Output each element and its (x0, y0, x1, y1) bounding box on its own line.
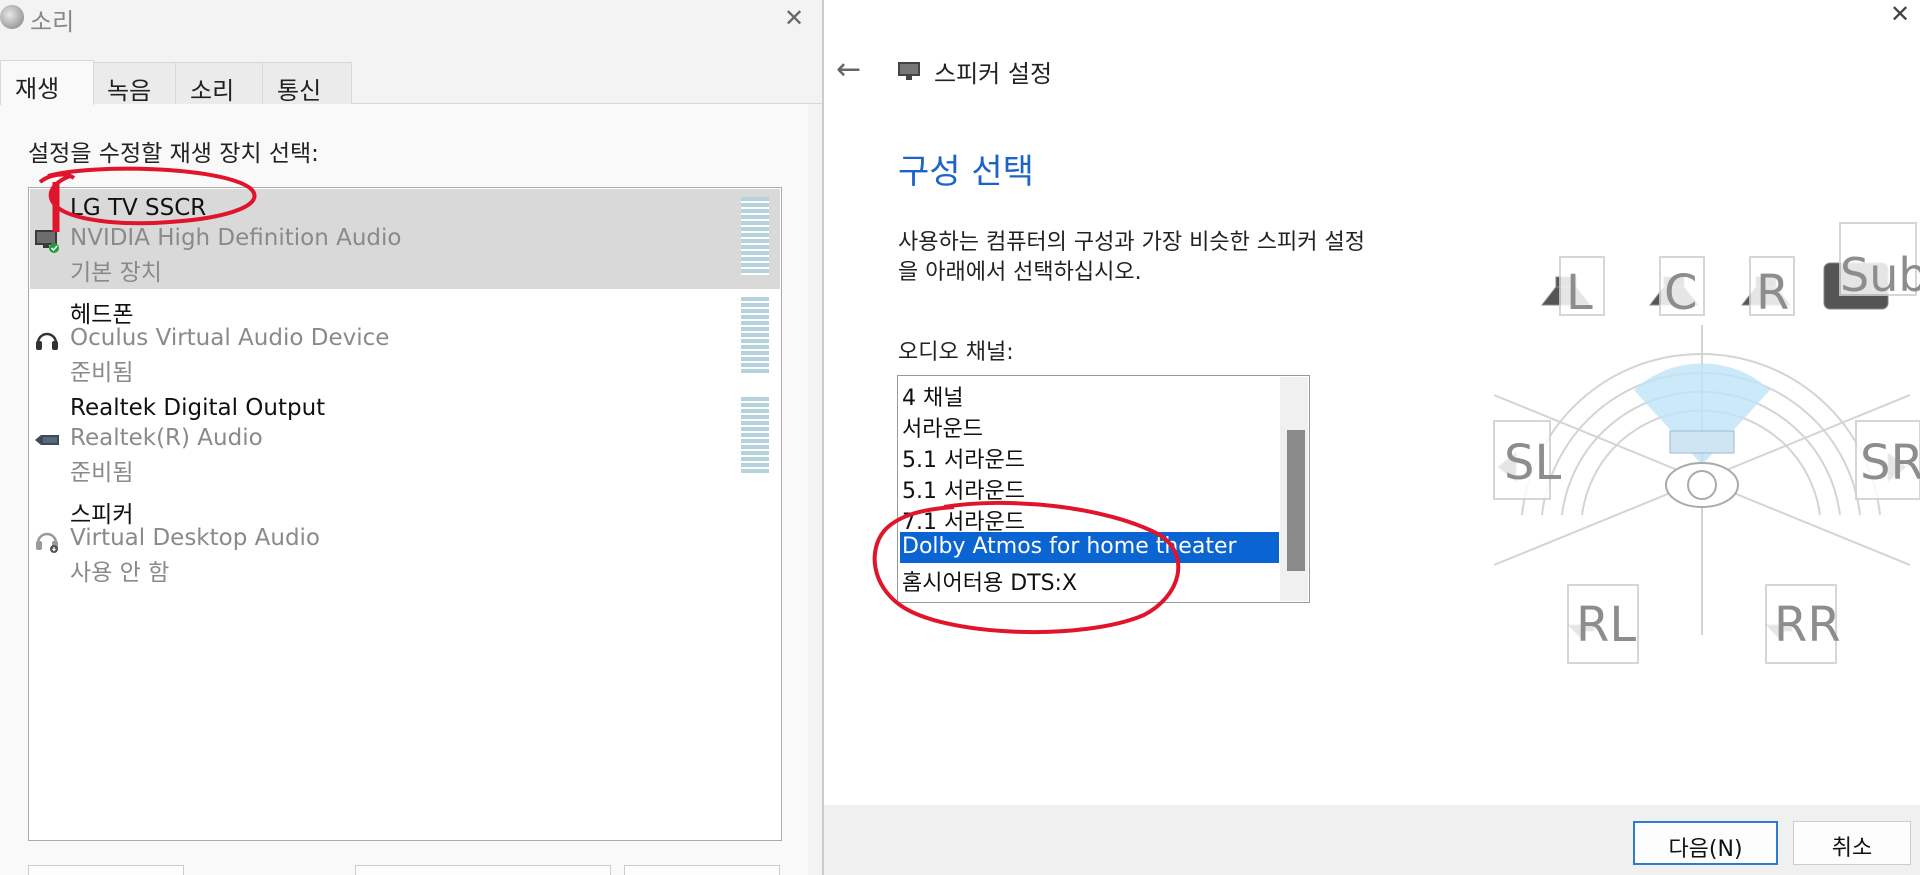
sound-dialog: 소리 ✕ 재생 녹음 소리 통신 설정을 수정할 재생 장치 선택: LG TV… (0, 0, 822, 875)
speaker-label-sub: Sub (1840, 248, 1920, 302)
speaker-label-rr: RR (1774, 597, 1841, 653)
speaker-label-l: L (1566, 265, 1593, 321)
channel-option[interactable]: 5.1 서라운드 (900, 440, 1279, 473)
next-button[interactable]: 다음(N) (1633, 821, 1778, 865)
cancel-button[interactable]: 취소 (1793, 821, 1911, 865)
device-item-realtek[interactable]: Realtek Digital Output Realtek(R) Audio … (30, 389, 780, 489)
window-title: 소리 (30, 8, 75, 36)
tab-communications[interactable]: 통신 (262, 62, 352, 105)
channel-option-selected[interactable]: Dolby Atmos for home theater (900, 532, 1279, 563)
properties-button[interactable] (355, 865, 611, 875)
channel-option[interactable]: 5.1 서라운드 (900, 471, 1279, 504)
speaker-label-sr: SR (1860, 435, 1920, 491)
tab-playback[interactable]: 재생 (0, 60, 94, 105)
device-status: 준비됨 (70, 360, 134, 386)
device-status: 준비됨 (70, 460, 134, 486)
device-list[interactable]: LG TV SSCR NVIDIA High Definition Audio … (28, 187, 782, 841)
device-name: 스피커 (70, 502, 134, 528)
speaker-icon (0, 5, 24, 29)
close-icon[interactable]: ✕ (1886, 0, 1914, 28)
channel-option[interactable]: 서라운드 (900, 409, 1279, 442)
device-name: LG TV SSCR (70, 195, 207, 221)
speaker-icon (898, 62, 920, 80)
tab-bar: 재생 녹음 소리 통신 (0, 60, 822, 105)
headphones-icon (36, 332, 58, 350)
device-item-speakers[interactable]: 스피커 Virtual Desktop Audio 사용 안 함 (30, 489, 780, 589)
wizard-footer: 다음(N) 취소 (824, 805, 1920, 875)
instruction-label: 설정을 수정할 재생 장치 선택: (28, 141, 319, 167)
channel-option[interactable]: 7.1 서라운드 (900, 502, 1279, 535)
device-driver: NVIDIA High Definition Audio (70, 225, 402, 251)
description-line-2: 을 아래에서 선택하십시오. (898, 260, 1142, 285)
speaker-setup-wizard: ✕ ← 스피커 설정 구성 선택 사용하는 컴퓨터의 구성과 가장 비슷한 스피… (824, 0, 1920, 875)
audio-channel-listbox[interactable]: 4 채널 서라운드 5.1 서라운드 5.1 서라운드 7.1 서라운드 Dol… (897, 375, 1310, 603)
volume-meter (741, 297, 769, 375)
tab-recording[interactable]: 녹음 (92, 62, 176, 105)
digital-output-icon (35, 435, 59, 445)
playback-panel: 설정을 수정할 재생 장치 선택: LG TV SSCR NVIDIA High… (0, 104, 808, 875)
device-driver: Realtek(R) Audio (70, 425, 263, 451)
description-line-1: 사용하는 컴퓨터의 구성과 가장 비슷한 스피커 설정 (898, 230, 1366, 255)
close-icon[interactable]: ✕ (780, 4, 808, 32)
audio-channel-label: 오디오 채널: (898, 340, 1014, 365)
device-name: 헤드폰 (70, 302, 134, 328)
monitor-icon (35, 230, 59, 253)
tab-sounds[interactable]: 소리 (175, 62, 263, 105)
channel-option[interactable]: 홈시어터용 DTS:X (900, 563, 1279, 596)
device-status: 기본 장치 (70, 260, 162, 286)
speaker-layout-diagram: L C R Sub SL SR RL RR (1493, 222, 1920, 664)
volume-meter (741, 197, 769, 275)
device-name: Realtek Digital Output (70, 395, 326, 421)
title-bar: 소리 ✕ (0, 0, 822, 40)
speaker-label-sl: SL (1504, 435, 1561, 491)
device-item-lg-tv[interactable]: LG TV SSCR NVIDIA High Definition Audio … (30, 189, 780, 289)
volume-meter (741, 397, 769, 475)
back-arrow-icon[interactable]: ← (836, 52, 861, 87)
speaker-disabled-icon (36, 532, 58, 553)
configure-button[interactable] (28, 865, 184, 875)
page-heading: 구성 선택 (898, 152, 1034, 192)
speaker-label-c: C (1664, 265, 1698, 321)
device-driver: Virtual Desktop Audio (70, 525, 321, 551)
device-driver: Oculus Virtual Audio Device (70, 325, 390, 351)
device-item-headphones[interactable]: 헤드폰 Oculus Virtual Audio Device 준비됨 (30, 289, 780, 389)
speaker-label-r: R (1756, 265, 1789, 321)
speaker-label-rl: RL (1576, 597, 1636, 653)
device-status: 사용 안 함 (70, 560, 170, 586)
wizard-title: 스피커 설정 (934, 60, 1053, 88)
channel-option[interactable]: 4 채널 (900, 378, 1279, 411)
scrollbar-thumb[interactable] (1287, 430, 1305, 571)
set-default-button[interactable] (624, 865, 780, 875)
